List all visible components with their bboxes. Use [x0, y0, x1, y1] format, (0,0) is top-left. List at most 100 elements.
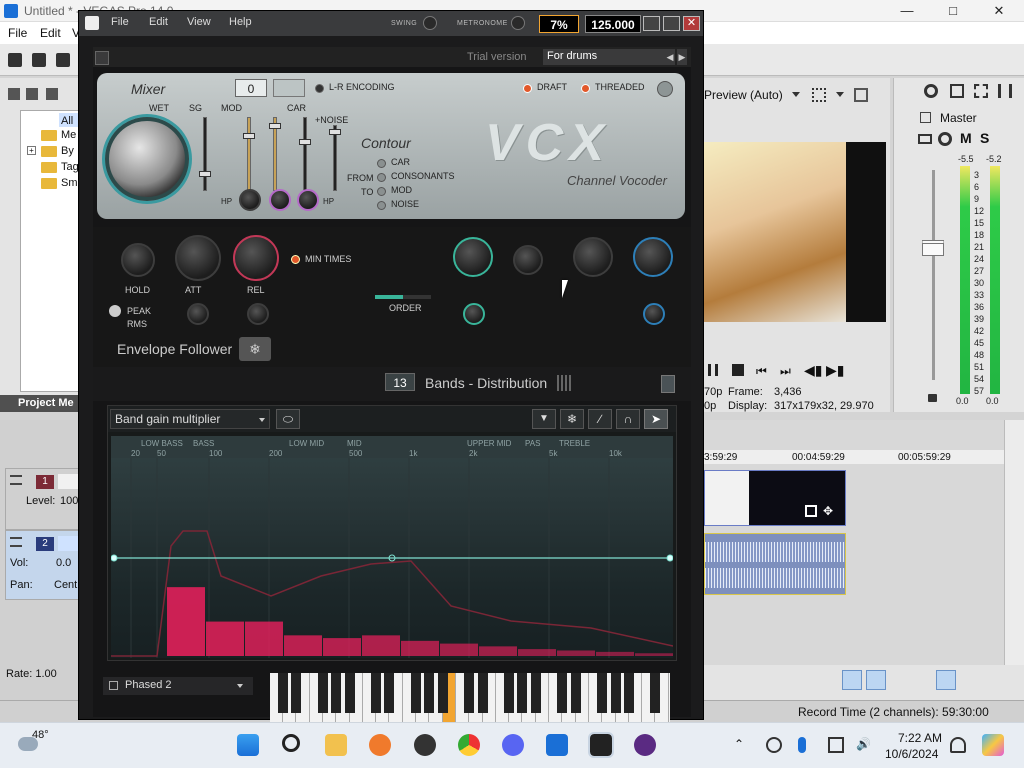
- app-icon[interactable]: [414, 734, 436, 756]
- bands-toggle[interactable]: [661, 375, 675, 393]
- display-icon[interactable]: [828, 737, 844, 753]
- parameter-dropdown[interactable]: Band gain multiplier: [110, 409, 270, 429]
- firefox-icon[interactable]: [369, 734, 391, 756]
- plugin-minimize-button[interactable]: [643, 16, 660, 31]
- edit-tool-icon[interactable]: [936, 670, 956, 690]
- carrier-preset-dropdown[interactable]: Phased 2: [103, 677, 253, 695]
- rel-knob[interactable]: [233, 235, 279, 281]
- car-slider-thumb[interactable]: [299, 139, 311, 145]
- random-icon[interactable]: ➤: [644, 409, 668, 429]
- weather-temp[interactable]: 48°: [32, 729, 49, 741]
- piano-black-key[interactable]: [557, 673, 568, 713]
- auto-ripple-icon[interactable]: [866, 670, 886, 690]
- grid-view-icon[interactable]: [26, 88, 38, 100]
- sg-slider-thumb[interactable]: [199, 171, 211, 177]
- tree-label-media[interactable]: Me: [61, 129, 76, 141]
- piano-black-key[interactable]: [411, 673, 421, 713]
- volume-icon[interactable]: 🔊: [856, 737, 872, 753]
- piano-black-key[interactable]: [331, 673, 342, 713]
- tempo-value[interactable]: 125.000: [585, 15, 641, 33]
- plugin-menu-file[interactable]: File: [111, 16, 129, 28]
- plugin-host-icon[interactable]: [588, 732, 614, 758]
- stop-icon[interactable]: [732, 364, 744, 376]
- shift-knob[interactable]: [643, 303, 665, 325]
- mod-slider-2-thumb[interactable]: [269, 123, 281, 129]
- new-project-icon[interactable]: [8, 53, 22, 67]
- crop-icon[interactable]: [805, 505, 817, 517]
- master-fader-thumb[interactable]: [922, 240, 944, 256]
- metronome-knob[interactable]: [511, 16, 525, 30]
- start-icon[interactable]: [237, 734, 259, 756]
- clock-date[interactable]: 10/6/2024: [885, 747, 938, 761]
- video-clip[interactable]: ✥: [704, 470, 846, 526]
- copilot-icon[interactable]: [982, 734, 1004, 756]
- tree-label-tag[interactable]: Tag: [61, 161, 79, 173]
- snowflake-icon[interactable]: ❄: [560, 409, 584, 429]
- band-graph[interactable]: LOW BASS BASS LOW MID MID UPPER MID PAS TREBLE…: [110, 436, 674, 658]
- headphones-icon[interactable]: [634, 734, 656, 756]
- piano-black-key[interactable]: [291, 673, 302, 713]
- sg-slider[interactable]: [203, 117, 207, 191]
- att-knob[interactable]: [175, 235, 221, 281]
- piano-black-key[interactable]: [504, 673, 515, 713]
- swing-knob[interactable]: [423, 16, 437, 30]
- draw-icon[interactable]: ∕: [588, 409, 612, 429]
- project-media-tab[interactable]: Project Me: [0, 395, 80, 412]
- piano-black-key[interactable]: [344, 673, 355, 713]
- magnet-icon[interactable]: ∩: [616, 409, 640, 429]
- tree-label-smart[interactable]: Sm: [61, 177, 78, 189]
- open-icon[interactable]: [32, 53, 46, 67]
- lock-icon[interactable]: [928, 394, 937, 402]
- solo-button[interactable]: S: [980, 130, 989, 146]
- chevron-down-icon[interactable]: [836, 92, 844, 97]
- maximize-button[interactable]: □: [930, 0, 976, 22]
- timeline-scrollbar[interactable]: [1004, 420, 1024, 665]
- mixer-value-field[interactable]: 0: [235, 79, 267, 97]
- hp-knob-3[interactable]: [297, 189, 319, 211]
- pause-icon[interactable]: [708, 364, 718, 376]
- collapse-icon[interactable]: [10, 475, 22, 485]
- contour-consonants-radio[interactable]: [377, 173, 386, 182]
- snowflake-icon[interactable]: ❄: [239, 337, 271, 361]
- track-header-2[interactable]: 2 Vol: 0.0 Pan: Cent: [5, 530, 88, 600]
- piano-black-key[interactable]: [317, 673, 328, 713]
- plugin-menu-help[interactable]: Help: [229, 16, 252, 28]
- plugin-options-dropdown[interactable]: [95, 51, 109, 65]
- formant-knob[interactable]: [453, 237, 493, 277]
- plugin-menu-view[interactable]: View: [187, 16, 211, 28]
- hp-knob-1[interactable]: [239, 189, 261, 211]
- copy-frame-icon[interactable]: [854, 88, 868, 102]
- pan-icon[interactable]: [918, 134, 932, 144]
- contour-car-radio[interactable]: [377, 159, 386, 168]
- bands-count[interactable]: 13: [385, 373, 415, 391]
- discord-icon[interactable]: [502, 734, 524, 756]
- file-explorer-icon[interactable]: [325, 734, 347, 756]
- mod-slider-thumb[interactable]: [243, 133, 255, 139]
- piano-black-key[interactable]: [424, 673, 435, 713]
- network-off-icon[interactable]: [766, 737, 782, 753]
- clock-time[interactable]: 7:22 AM: [898, 731, 942, 745]
- chrome-icon[interactable]: [458, 734, 480, 756]
- preset-selector[interactable]: For drums: [543, 49, 671, 65]
- timeline-ruler[interactable]: 3:59:29 00:04:59:29 00:05:59:29: [704, 450, 1004, 464]
- prev-frame-icon[interactable]: ◀▮: [804, 362, 822, 379]
- prev-icon[interactable]: ⏮: [756, 364, 767, 379]
- hp-knob-2[interactable]: [269, 189, 291, 211]
- mute-button[interactable]: M: [960, 130, 972, 146]
- piano-black-key[interactable]: [464, 673, 475, 713]
- expand-icon[interactable]: +: [27, 146, 36, 155]
- next-icon[interactable]: ⏭: [780, 364, 791, 379]
- threaded-radio[interactable]: [581, 84, 590, 93]
- microphone-icon[interactable]: [798, 737, 806, 753]
- piano-black-key[interactable]: [477, 673, 488, 713]
- grid-icon[interactable]: [812, 88, 826, 102]
- lr-encoding-radio[interactable]: [315, 84, 324, 93]
- audio-clip[interactable]: [704, 533, 846, 595]
- preset-prev-arrow[interactable]: ◀: [665, 49, 675, 65]
- import-icon[interactable]: [46, 88, 58, 100]
- plugin-menu-edit[interactable]: Edit: [149, 16, 168, 28]
- preview-mode-dropdown[interactable]: Preview (Auto): [704, 88, 783, 102]
- noise-slider-thumb[interactable]: [329, 129, 341, 135]
- save-icon[interactable]: [56, 53, 70, 67]
- fx-chain-icon[interactable]: [938, 132, 952, 146]
